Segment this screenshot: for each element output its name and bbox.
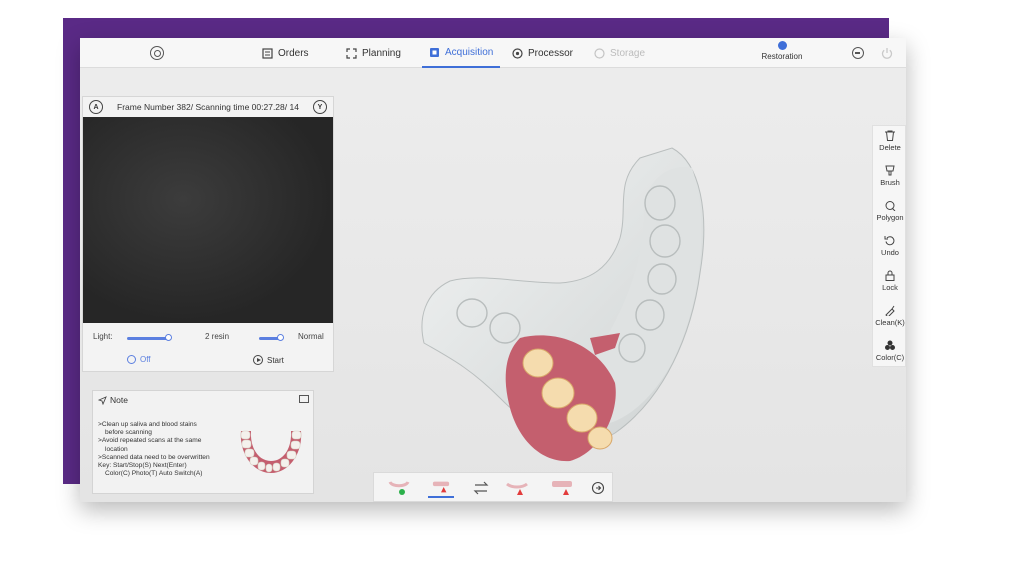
restoration-button[interactable]: Restoration [752,41,812,61]
send-icon [98,395,107,405]
clean-label: Clean(K) [875,318,905,327]
color-tool[interactable]: Color(C) [873,340,906,362]
3d-scan-model[interactable] [410,133,710,483]
edit-toolbar: Delete Brush Polygon Undo Lock Clean(K) … [872,125,906,367]
trash-icon [885,130,895,141]
light-off-label: Off [140,355,151,364]
tab-planning[interactable]: Planning [346,38,401,68]
switch-arrows-icon[interactable] [468,478,494,498]
polygon-icon [885,201,896,211]
lock-tool[interactable]: Lock [873,270,906,292]
tab-planning-label: Planning [362,47,401,59]
light-control-row: Light: 2 resin Normal [93,332,325,344]
delete-tool[interactable]: Delete [873,130,906,152]
lock-icon [885,270,895,281]
tab-storage[interactable]: Storage [594,38,645,68]
note-line: >Clean up saliva and blood stains [98,421,197,428]
app-window: Orders Planning Acquisition Processor St… [80,38,906,502]
tab-orders-label: Orders [278,47,309,59]
delete-label: Delete [879,143,901,152]
light-slider-handle[interactable] [164,334,172,341]
jaw-switch-button[interactable]: Y [312,100,327,114]
orders-icon [262,47,273,59]
start-scan-button[interactable]: Start [253,355,284,365]
scan-step-bar [373,472,613,502]
tab-processor-label: Processor [528,47,574,59]
play-icon [253,355,263,365]
start-label: Start [267,355,284,365]
tab-acquisition[interactable]: Acquisition [422,38,501,68]
storage-icon [594,47,605,59]
undo-icon [884,236,895,246]
auto-switch-button[interactable]: A [89,100,103,114]
step-bite-right[interactable] [550,478,576,498]
clean-icon [885,305,895,316]
polygon-tool[interactable]: Polygon [873,200,906,222]
note-header: Note [98,395,128,405]
camera-live-view [83,117,333,323]
color-label: Color(C) [875,353,905,362]
note-line: Key: Start/Stop(S) Next(Enter) [98,462,187,470]
light-label: Light: [93,332,113,341]
tab-processor[interactable]: Processor [512,38,573,68]
polygon-label: Polygon [876,213,904,222]
note-line: >Avoid repeated scans at the same [98,437,202,445]
tab-acquisition-label: Acquisition [445,46,494,58]
light-slider-track[interactable] [127,337,168,340]
scan-status-text: Frame Number 382/ Scanning time 00:27.28… [117,102,299,112]
restoration-label: Restoration [761,52,803,61]
undo-tool[interactable]: Undo [873,235,906,257]
planning-icon [346,47,357,59]
step-bite-left[interactable] [504,478,530,498]
note-line: before scanning [105,429,152,437]
brush-tool[interactable]: Brush [873,165,906,187]
note-title: Note [110,395,128,405]
processor-icon [512,47,523,59]
camera-header: A Frame Number 382/ Scanning time 00:27.… [83,97,333,117]
note-line: >Scanned data need to be overwritten [98,453,210,461]
light-off-button[interactable]: Off [127,355,151,364]
next-step-icon[interactable] [588,478,614,498]
mode-label: Normal [298,332,324,341]
camera-preview-panel: A Frame Number 382/ Scanning time 00:27.… [82,96,334,372]
brush-label: Brush [880,178,900,187]
dental-arch-illustration [240,430,302,473]
clean-tool[interactable]: Clean(K) [873,305,906,327]
top-navigation-bar: Orders Planning Acquisition Processor St… [80,38,906,68]
lock-label: Lock [882,283,898,292]
bulb-icon [127,355,136,364]
color-icon [885,340,895,350]
undo-label: Undo [881,248,899,257]
tab-storage-label: Storage [610,47,646,59]
settings-gear-icon[interactable] [150,46,164,60]
tab-orders[interactable]: Orders [262,38,309,68]
step-lower-jaw[interactable] [428,478,454,498]
note-collapse-icon[interactable] [299,395,309,403]
note-text: >Clean up saliva and blood stains before … [98,421,234,478]
note-line: Color(C) Photo(T) Auto Switch(A) [105,470,203,478]
step-upper-jaw[interactable] [386,478,412,498]
minimize-icon[interactable] [852,47,864,59]
power-icon[interactable] [880,46,894,60]
resin-label: 2 resin [205,332,230,341]
note-panel: Note >Clean up saliva and blood stains be… [92,390,314,494]
mode-slider-handle[interactable] [277,334,284,341]
restoration-icon [777,41,787,50]
note-line: location [105,445,128,453]
brush-icon [885,165,895,176]
acquisition-icon [430,47,439,57]
